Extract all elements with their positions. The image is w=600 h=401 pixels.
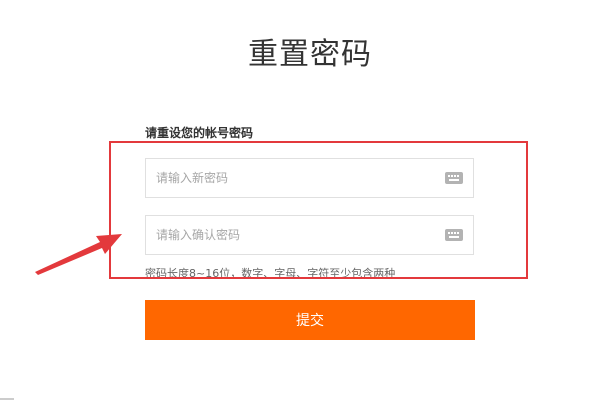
- annotation-highlight-box: [109, 141, 528, 279]
- page-title: 重置密码: [248, 37, 372, 72]
- section-label: 请重设您的帐号密码: [145, 126, 254, 140]
- submit-button[interactable]: 提交: [145, 300, 475, 340]
- corner-mark: [0, 398, 14, 400]
- annotation-arrow-icon: [35, 234, 122, 275]
